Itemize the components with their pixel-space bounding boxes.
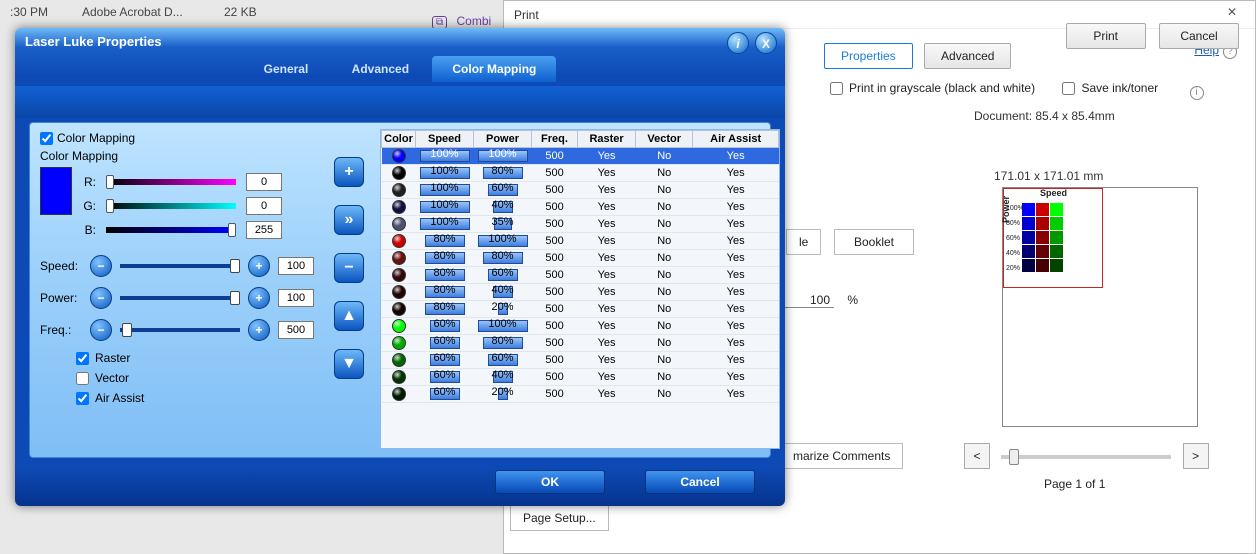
print-close-button[interactable]: ✕ bbox=[1217, 5, 1247, 25]
air-assist-checkbox[interactable]: Air Assist bbox=[76, 391, 330, 405]
zoom-next-button[interactable]: > bbox=[1183, 443, 1209, 469]
freq-value[interactable]: 500 bbox=[278, 321, 314, 339]
page-indicator: Page 1 of 1 bbox=[1044, 477, 1105, 491]
preview-zoom: < > bbox=[964, 443, 1209, 469]
speed-value[interactable]: 100 bbox=[278, 257, 314, 275]
color-swatch bbox=[40, 167, 72, 215]
speed-slider[interactable] bbox=[120, 264, 240, 268]
cm-group-label: Color Mapping bbox=[40, 149, 330, 163]
laser-tabs: General Advanced Color Mapping bbox=[15, 56, 785, 86]
table-row[interactable]: 60%40%500YesNoYes bbox=[382, 369, 779, 386]
b-value[interactable]: 255 bbox=[246, 221, 282, 239]
zoom-slider[interactable] bbox=[1001, 455, 1171, 459]
col-color[interactable]: Color bbox=[382, 131, 416, 148]
power-plus[interactable]: + bbox=[248, 287, 270, 309]
r-slider[interactable] bbox=[106, 179, 236, 185]
color-mapping-table[interactable]: ColorSpeedPowerFreq.RasterVectorAir Assi… bbox=[380, 129, 780, 449]
col-speed[interactable]: Speed bbox=[416, 131, 474, 148]
color-mapping-panel: Color Mapping Color Mapping R:0 G:0 B:25… bbox=[29, 122, 771, 458]
g-slider[interactable] bbox=[106, 203, 236, 209]
print-cancel-button[interactable]: Cancel bbox=[1159, 23, 1239, 49]
summarize-comments-button[interactable]: marize Comments bbox=[780, 443, 903, 469]
info-icon: i bbox=[1190, 86, 1204, 100]
power-minus[interactable]: − bbox=[90, 287, 112, 309]
col-vector[interactable]: Vector bbox=[636, 131, 693, 148]
table-row[interactable]: 100%80%500YesNoYes bbox=[382, 165, 779, 182]
print-preview: Speed Power 100%80%60%40%20% bbox=[1002, 187, 1198, 427]
apply-mapping-button[interactable]: » bbox=[334, 205, 364, 235]
table-row[interactable]: 100%40%500YesNoYes bbox=[382, 199, 779, 216]
table-row[interactable]: 60%20%500YesNoYes bbox=[382, 386, 779, 403]
tab-general[interactable]: General bbox=[244, 56, 329, 82]
booklet-button[interactable]: Booklet bbox=[834, 229, 914, 255]
table-row[interactable]: 60%60%500YesNoYes bbox=[382, 352, 779, 369]
grayscale-checkbox[interactable]: Print in grayscale (black and white) bbox=[830, 81, 1035, 95]
add-mapping-button[interactable]: + bbox=[334, 157, 364, 187]
stub-le[interactable]: le bbox=[786, 229, 821, 255]
laser-ok-button[interactable]: OK bbox=[495, 470, 605, 494]
freq-minus[interactable]: − bbox=[90, 319, 112, 341]
page-setup-button[interactable]: Page Setup... bbox=[510, 505, 609, 531]
print-button[interactable]: Print bbox=[1066, 23, 1146, 49]
vector-checkbox[interactable]: Vector bbox=[76, 371, 330, 385]
b-slider[interactable] bbox=[106, 227, 236, 233]
laser-cancel-button[interactable]: Cancel bbox=[645, 470, 755, 494]
bg-file-row: :30 PM Adobe Acrobat D... 22 KB bbox=[0, 2, 410, 24]
move-up-button[interactable]: ▲ bbox=[334, 301, 364, 331]
document-dimensions: Document: 85.4 x 85.4mm bbox=[974, 109, 1115, 123]
col-power[interactable]: Power bbox=[474, 131, 532, 148]
table-row[interactable]: 80%40%500YesNoYes bbox=[382, 284, 779, 301]
col-freq[interactable]: Freq. bbox=[532, 131, 578, 148]
remove-mapping-button[interactable]: − bbox=[334, 253, 364, 283]
move-down-button[interactable]: ▼ bbox=[334, 349, 364, 379]
r-value[interactable]: 0 bbox=[246, 173, 282, 191]
laser-info-button[interactable]: i bbox=[727, 32, 749, 54]
table-row[interactable]: 100%100%500YesNoYes bbox=[382, 148, 779, 165]
freq-slider[interactable] bbox=[120, 328, 240, 332]
col-airassist[interactable]: Air Assist bbox=[693, 131, 779, 148]
table-row[interactable]: 80%20%500YesNoYes bbox=[382, 301, 779, 318]
table-row[interactable]: 80%60%500YesNoYes bbox=[382, 267, 779, 284]
combine-stub: ⧉ Combi bbox=[432, 14, 491, 28]
power-value[interactable]: 100 bbox=[278, 289, 314, 307]
table-row[interactable]: 100%35%500YesNoYes bbox=[382, 216, 779, 233]
laser-title: Laser Luke Properties bbox=[15, 28, 785, 56]
saveink-checkbox[interactable]: Save ink/toner bbox=[1062, 81, 1158, 95]
preview-dimensions: 171.01 x 171.01 mm bbox=[994, 169, 1103, 183]
table-row[interactable]: 100%60%500YesNoYes bbox=[382, 182, 779, 199]
color-mapping-checkbox[interactable]: Color Mapping bbox=[40, 131, 330, 145]
table-row[interactable]: 60%80%500YesNoYes bbox=[382, 335, 779, 352]
table-row[interactable]: 80%100%500YesNoYes bbox=[382, 233, 779, 250]
zoom-prev-button[interactable]: < bbox=[964, 443, 990, 469]
speed-minus[interactable]: − bbox=[90, 255, 112, 277]
power-slider[interactable] bbox=[120, 296, 240, 300]
preview-chart: Speed Power 100%80%60%40%20% bbox=[1003, 188, 1103, 288]
tab-color-mapping[interactable]: Color Mapping bbox=[432, 56, 556, 82]
col-raster[interactable]: Raster bbox=[578, 131, 636, 148]
scale-input[interactable]: 100 bbox=[784, 293, 834, 308]
table-row[interactable]: 60%100%500YesNoYes bbox=[382, 318, 779, 335]
laser-close-button[interactable]: X bbox=[755, 32, 777, 54]
table-row[interactable]: 80%80%500YesNoYes bbox=[382, 250, 779, 267]
tab-advanced[interactable]: Advanced bbox=[332, 56, 429, 82]
laser-properties-dialog: Laser Luke Properties i X General Advanc… bbox=[15, 28, 785, 506]
freq-plus[interactable]: + bbox=[248, 319, 270, 341]
raster-checkbox[interactable]: Raster bbox=[76, 351, 330, 365]
speed-plus[interactable]: + bbox=[248, 255, 270, 277]
g-value[interactable]: 0 bbox=[246, 197, 282, 215]
